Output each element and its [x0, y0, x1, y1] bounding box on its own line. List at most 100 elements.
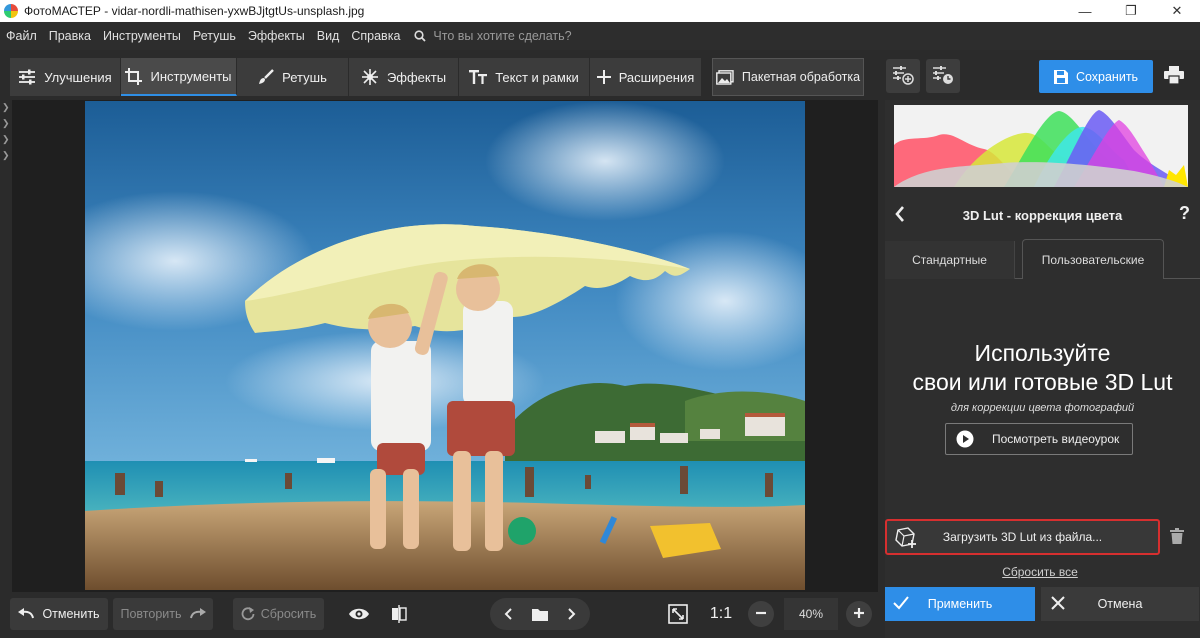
cancel-label: Отмена: [1097, 597, 1143, 611]
checkmark-icon: [893, 596, 909, 610]
side-collapse-strip: ❯ ❯ ❯ ❯: [0, 100, 10, 590]
image-canvas: [12, 100, 878, 592]
tab-tools[interactable]: Инструменты: [121, 58, 237, 96]
tab-label: Улучшения: [44, 69, 112, 85]
watch-video-button[interactable]: Посмотреть видеоурок: [945, 423, 1133, 455]
minimize-icon[interactable]: —: [1062, 0, 1108, 22]
save-button[interactable]: Сохранить: [1039, 60, 1153, 93]
reset-button[interactable]: Сбросить: [233, 598, 324, 630]
print-button[interactable]: [1157, 60, 1191, 93]
apply-label: Применить: [927, 597, 993, 611]
load-lut-button[interactable]: Загрузить 3D Lut из файла...: [885, 519, 1160, 555]
batch-processing-button[interactable]: Пакетная обработка: [712, 58, 864, 96]
add-preset-button[interactable]: [886, 59, 920, 93]
panel-header: 3D Lut - коррекция цвета ?: [885, 200, 1200, 230]
tab-custom[interactable]: Пользовательские: [1022, 239, 1164, 279]
text-icon: [469, 70, 488, 84]
play-icon: [956, 430, 974, 448]
tab-retouch[interactable]: Ретушь: [237, 58, 349, 96]
window-title: ФотоМАСТЕР - vidar-nordli-mathisen-yxwBJ…: [24, 4, 365, 18]
zoom-out-button[interactable]: [748, 601, 774, 627]
images-icon: [716, 69, 734, 85]
reset-label: Сбросить: [260, 607, 317, 621]
promo-subtitle: для коррекции цвета фотографий: [950, 402, 1135, 414]
chevron-right-icon[interactable]: ❯: [2, 150, 10, 161]
panel-title: 3D Lut - коррекция цвета: [962, 207, 1123, 223]
zoom-one-label: 1:1: [709, 605, 733, 622]
beach-photo[interactable]: [85, 101, 805, 590]
menu-view[interactable]: Вид: [311, 29, 346, 43]
cancel-button[interactable]: Отмена: [1041, 587, 1199, 621]
menu-effects[interactable]: Эффекты: [242, 29, 311, 43]
menu-help[interactable]: Справка: [345, 29, 406, 43]
promo-title-line1: Используйте: [974, 340, 1111, 366]
app-logo-icon: [4, 4, 18, 18]
menu-file[interactable]: Файл: [0, 29, 43, 43]
chevron-right-icon[interactable]: ❯: [2, 102, 10, 113]
undo-button[interactable]: Отменить: [10, 598, 108, 630]
plus-icon: [596, 70, 611, 84]
sliders-icon: [18, 69, 36, 85]
trash-icon[interactable]: [1170, 528, 1184, 544]
eye-icon: [348, 607, 370, 621]
next-image-icon[interactable]: [568, 608, 576, 620]
load-lut-label: Загрузить 3D Lut из файла...: [942, 530, 1103, 544]
title-bar: ФотоМАСТЕР - vidar-nordli-mathisen-yxwBJ…: [0, 0, 1200, 22]
tab-standard[interactable]: Стандартные: [885, 241, 1015, 279]
floppy-icon: [1053, 69, 1068, 84]
plus-icon: [853, 607, 865, 622]
compare-button[interactable]: [386, 598, 412, 630]
tab-label: Текст и рамки: [495, 69, 579, 85]
fit-screen-button[interactable]: [664, 598, 692, 630]
apply-button[interactable]: Применить: [885, 587, 1035, 621]
zoom-level[interactable]: 40%: [784, 598, 838, 630]
tab-effects[interactable]: Эффекты: [349, 58, 459, 96]
reset-icon: [241, 607, 255, 621]
lut-tabs: Стандартные Пользовательские: [885, 239, 1200, 279]
promo-title-line2: свои или готовые 3D Lut: [912, 369, 1173, 395]
sliders-clock-icon: [932, 65, 954, 88]
undo-icon: [18, 608, 35, 620]
compare-icon: [391, 605, 407, 623]
batch-label: Пакетная обработка: [741, 70, 861, 84]
back-arrow-icon[interactable]: [895, 206, 905, 225]
close-icon[interactable]: ✕: [1154, 0, 1200, 22]
crop-icon: [125, 67, 143, 85]
prev-image-icon[interactable]: [504, 608, 512, 620]
lut-cube-plus-icon: [894, 526, 918, 550]
redo-button[interactable]: Повторить: [113, 598, 213, 630]
zoom-one-to-one-button[interactable]: 1:1: [704, 598, 738, 630]
tab-standard-label: Стандартные: [912, 253, 987, 267]
redo-label: Повторить: [120, 607, 182, 621]
file-navigation-group: [490, 598, 590, 630]
menu-bar: Файл Правка Инструменты Ретушь Эффекты В…: [0, 22, 1200, 50]
chevron-right-icon[interactable]: ❯: [2, 118, 10, 129]
preview-toggle-button[interactable]: [344, 598, 374, 630]
menu-edit[interactable]: Правка: [43, 29, 97, 43]
redo-icon: [189, 608, 206, 620]
help-icon[interactable]: ?: [1179, 203, 1190, 224]
undo-label: Отменить: [42, 607, 100, 621]
zoom-in-button[interactable]: [846, 601, 872, 627]
tab-extensions[interactable]: Расширения: [590, 58, 702, 96]
search-icon: [414, 30, 427, 42]
tab-custom-label: Пользовательские: [1041, 252, 1145, 267]
save-label: Сохранить: [1075, 69, 1139, 84]
tab-enhance[interactable]: Улучшения: [10, 58, 121, 96]
reset-all-link[interactable]: Сбросить все: [885, 565, 1195, 579]
chevron-right-icon[interactable]: ❯: [2, 134, 10, 145]
tab-text-frames[interactable]: Текст и рамки: [459, 58, 590, 96]
history-button[interactable]: [926, 59, 960, 93]
close-icon: [1051, 596, 1065, 610]
tab-label: Инструменты: [150, 68, 232, 84]
sliders-plus-icon: [892, 65, 914, 88]
menu-retouch[interactable]: Ретушь: [187, 29, 242, 43]
histogram: [894, 105, 1188, 187]
maximize-icon[interactable]: ❐: [1108, 0, 1154, 22]
folder-icon[interactable]: [532, 608, 548, 621]
video-label: Посмотреть видеоурок: [992, 432, 1120, 446]
lut-panel: 3D Lut - коррекция цвета ? Стандартные П…: [885, 100, 1200, 638]
menu-tools[interactable]: Инструменты: [97, 29, 187, 43]
bottom-bar: Отменить Повторить Сбросить 1:1 40%: [0, 592, 885, 638]
command-search[interactable]: Что вы хотите сделать?: [414, 29, 572, 43]
